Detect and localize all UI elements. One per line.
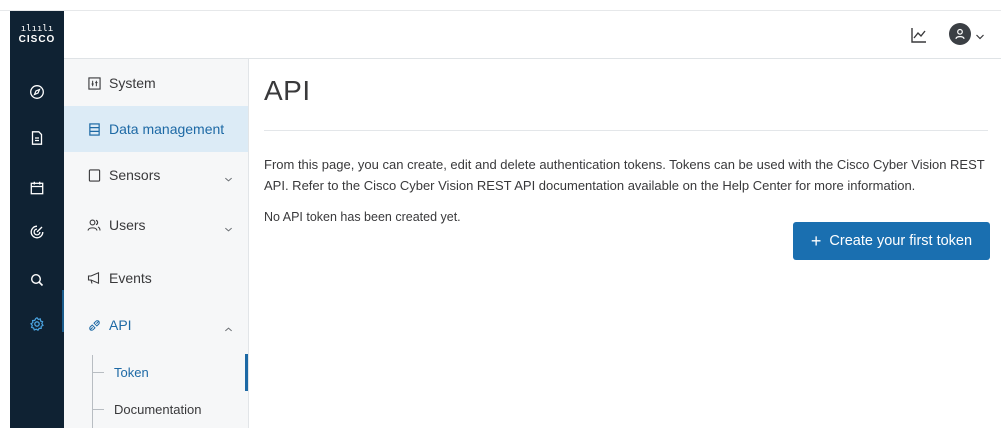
icon-rail: ılıılı CISCO (10, 11, 64, 428)
title-divider (264, 130, 988, 131)
rail-settings[interactable] (10, 309, 64, 339)
tree-tick (92, 408, 104, 410)
rail-monitor[interactable] (10, 217, 64, 247)
top-strip (0, 0, 1001, 10)
chevron-down-icon (224, 221, 233, 232)
cisco-logo-bars: ılıılı (20, 24, 54, 34)
subnav-api-documentation-label: Documentation (114, 401, 202, 417)
subnav-item-sensors[interactable]: Sensors (64, 152, 248, 198)
subnav-api-documentation[interactable]: Documentation (92, 398, 201, 420)
explore-icon (30, 85, 44, 99)
reports-icon (31, 131, 43, 145)
api-icon (87, 318, 101, 332)
users-icon (87, 218, 101, 232)
subnav-item-system[interactable]: System (64, 60, 248, 106)
subnav-api-token[interactable]: Token (92, 361, 149, 383)
subnav-active-indicator (245, 354, 248, 391)
megaphone-icon (87, 271, 101, 285)
rail-explore[interactable] (10, 77, 64, 107)
user-avatar-icon[interactable] (949, 23, 971, 45)
cisco-logo[interactable]: ılıılı CISCO (10, 11, 64, 59)
subnav-item-api[interactable]: API (64, 302, 248, 348)
page-title: API (264, 75, 311, 106)
empty-state-text: No API token has been created yet. (264, 210, 461, 224)
subnav-api-token-label: Token (114, 364, 149, 380)
sensor-icon (87, 168, 101, 182)
plus-icon: + (810, 231, 822, 251)
admin-subnav: System Data management Sensors Users Eve… (64, 59, 249, 428)
subnav-item-data-management[interactable]: Data management (64, 106, 248, 152)
subnav-item-label: System (109, 75, 156, 91)
search-icon (30, 273, 44, 287)
top-header (64, 11, 1001, 59)
subnav-item-users[interactable]: Users (64, 202, 248, 248)
database-icon (87, 122, 101, 136)
tree-tick (92, 371, 104, 373)
monitor-icon (30, 225, 44, 239)
main-content: API From this page, you can create, edit… (249, 59, 1001, 428)
rail-search[interactable] (10, 265, 64, 295)
subnav-item-label: Data management (109, 121, 225, 137)
subnav-item-label: API (109, 317, 132, 333)
rail-reports[interactable] (10, 123, 64, 153)
subnav-item-label: Events (109, 270, 152, 286)
cisco-logo-word: CISCO (18, 34, 56, 45)
page-description: From this page, you can create, edit and… (264, 157, 985, 193)
chevron-up-icon (224, 321, 233, 331)
subnav-item-events[interactable]: Events (64, 255, 248, 301)
system-icon (87, 76, 101, 90)
events-icon (30, 181, 44, 195)
chevron-down-icon[interactable] (975, 29, 985, 40)
chevron-down-icon (224, 171, 233, 182)
subnav-item-label: Users (109, 217, 146, 233)
create-token-button[interactable]: + Create your first token (793, 222, 990, 260)
create-token-button-label: Create your first token (829, 233, 973, 249)
subnav-item-label: Sensors (109, 167, 161, 183)
rail-events[interactable] (10, 173, 64, 203)
settings-icon (30, 317, 44, 332)
chart-icon[interactable] (909, 25, 929, 45)
